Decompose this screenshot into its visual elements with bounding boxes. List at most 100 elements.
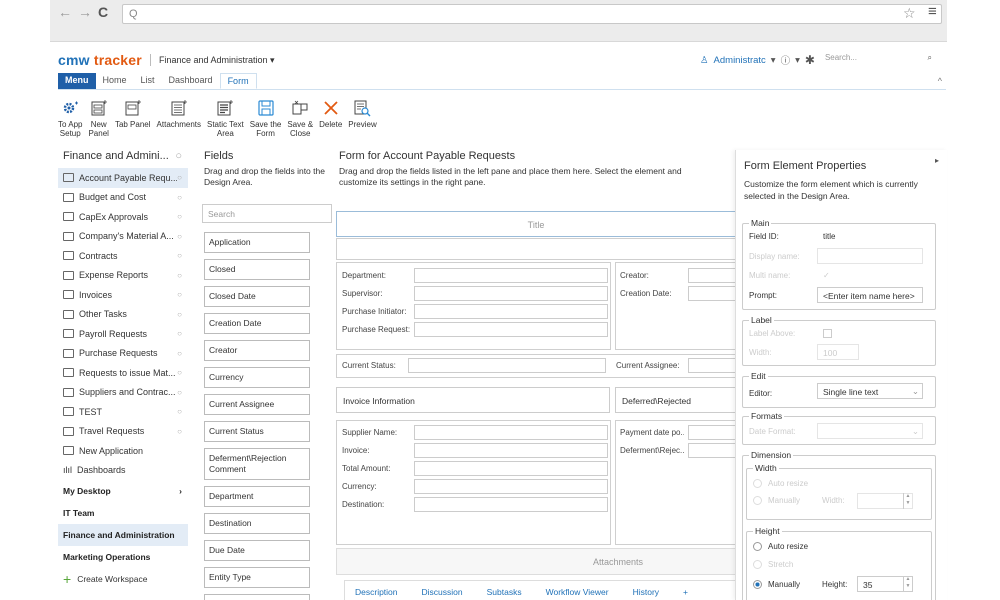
user-menu[interactable]: Administratc — [714, 55, 766, 66]
chevron-down-icon[interactable]: ▾ — [795, 55, 800, 66]
sidebar-item[interactable]: Travel Requests ○ — [58, 422, 188, 442]
tab-discussion[interactable]: Discussion — [422, 587, 463, 597]
sidebar-item[interactable]: Company's Material A... ○ — [58, 227, 188, 247]
field-item[interactable]: Currency — [204, 367, 310, 388]
preview-button[interactable]: Preview — [348, 98, 377, 144]
tab-list[interactable]: List — [134, 73, 162, 89]
field-item[interactable]: Department — [204, 486, 310, 507]
height-input[interactable]: 35 ▲ ▼ — [857, 576, 913, 592]
form-field-input[interactable] — [414, 461, 608, 476]
add-tab-button[interactable]: + — [683, 587, 688, 597]
form-field-input[interactable] — [414, 304, 608, 319]
gear-icon[interactable]: ✱ — [805, 53, 815, 67]
invoice-information-section[interactable]: Invoice Information — [336, 387, 610, 413]
section-finance-admin[interactable]: Finance and Administration — [58, 524, 188, 546]
form-field-input[interactable] — [414, 425, 608, 440]
tab-dashboard[interactable]: Dashboard — [162, 73, 220, 89]
delete-button[interactable]: Delete — [319, 98, 342, 144]
field-item[interactable]: Deferment\Rejection Comment — [204, 448, 310, 480]
sidebar-item[interactable]: TEST ○ — [58, 402, 188, 422]
field-item[interactable]: Closed Date — [204, 286, 310, 307]
section-marketing-ops[interactable]: Marketing Operations — [58, 546, 188, 568]
sidebar-item[interactable]: Suppliers and Contrac... ○ — [58, 383, 188, 403]
fields-search-input[interactable]: Search — [202, 204, 332, 223]
header-search-input[interactable]: Search... ⌕ — [820, 53, 932, 67]
form-field-input[interactable] — [414, 497, 608, 512]
height-manually-radio[interactable] — [753, 580, 762, 589]
form-field-input[interactable] — [688, 443, 736, 458]
logo[interactable]: cmw tracker — [58, 52, 142, 68]
tab-workflow-viewer[interactable]: Workflow Viewer — [546, 587, 609, 597]
field-item[interactable]: Current Assignee — [204, 394, 310, 415]
chevron-up-icon[interactable]: ^ — [938, 76, 942, 86]
tab-subtasks[interactable]: Subtasks — [487, 587, 522, 597]
form-field-input[interactable] — [414, 479, 608, 494]
stepper-icon[interactable]: ▲ ▼ — [903, 576, 912, 592]
application-icon — [63, 309, 74, 319]
chevron-down-icon[interactable]: ▾ — [771, 55, 776, 66]
attachments-button[interactable]: Attachments — [157, 98, 201, 144]
current-status-input[interactable] — [408, 358, 606, 373]
field-item[interactable]: Closed — [204, 259, 310, 280]
field-item[interactable]: Creator — [204, 340, 310, 361]
form-field-input[interactable] — [414, 443, 608, 458]
search-icon: Q — [129, 8, 138, 20]
bookmark-star-icon[interactable]: ☆ — [903, 5, 916, 22]
reload-icon[interactable]: C — [98, 4, 114, 20]
workspace-selector[interactable]: Finance and Administration ▾ — [159, 55, 275, 66]
new-application-link[interactable]: New Application — [58, 441, 188, 461]
form-field-input[interactable] — [688, 425, 736, 440]
help-icon[interactable]: ⓘ — [781, 53, 791, 67]
tab-history[interactable]: History — [633, 587, 659, 597]
url-bar[interactable]: Q — [122, 4, 942, 24]
browser-menu-icon[interactable]: ≡ — [928, 3, 937, 20]
forward-icon[interactable]: → — [78, 4, 98, 20]
sidebar-item[interactable]: Expense Reports ○ — [58, 266, 188, 286]
field-item[interactable]: Has Recurrence — [204, 594, 310, 600]
field-item[interactable]: Creation Date — [204, 313, 310, 334]
sidebar-item[interactable]: Requests to issue Mat... ○ — [58, 363, 188, 383]
section-my-desktop[interactable]: My Desktop › — [58, 480, 188, 502]
sidebar-item[interactable]: Invoices ○ — [58, 285, 188, 305]
form-field-input[interactable] — [688, 286, 736, 301]
dashboards-link[interactable]: ılıl Dashboards — [58, 461, 188, 481]
sidebar-item[interactable]: Payroll Requests ○ — [58, 324, 188, 344]
chevron-right-icon[interactable]: ▸ — [935, 156, 939, 165]
tab-home[interactable]: Home — [96, 73, 134, 89]
form-field-input[interactable] — [414, 268, 608, 283]
save-close-button[interactable]: Save & Close — [287, 98, 313, 144]
section-it-team[interactable]: IT Team — [58, 502, 188, 524]
editor-select[interactable]: Single line text ⌄ — [817, 383, 923, 399]
static-text-area-button[interactable]: Static Text Area — [207, 98, 244, 144]
sidebar-item[interactable]: Account Payable Requ... ○ — [58, 168, 188, 188]
to-app-setup-button[interactable]: To App Setup — [58, 98, 82, 144]
title-field[interactable]: Title — [336, 211, 736, 237]
new-panel-button[interactable]: New Panel — [88, 98, 109, 144]
field-item[interactable]: Current Status — [204, 421, 310, 442]
sidebar-item[interactable]: Purchase Requests ○ — [58, 344, 188, 364]
form-field-input[interactable] — [414, 322, 608, 337]
sidebar-item[interactable]: Contracts ○ — [58, 246, 188, 266]
back-icon[interactable]: ← — [58, 4, 78, 20]
form-field-input[interactable] — [414, 286, 608, 301]
sidebar-item[interactable]: Other Tasks ○ — [58, 305, 188, 325]
field-item[interactable]: Due Date — [204, 540, 310, 561]
field-item[interactable]: Application — [204, 232, 310, 253]
prompt-input[interactable]: <Enter item name here> — [817, 287, 923, 303]
title-input-area[interactable] — [336, 238, 736, 260]
height-auto-resize-radio[interactable] — [753, 542, 762, 551]
sidebar-item[interactable]: CapEx Approvals ○ — [58, 207, 188, 227]
save-form-button[interactable]: Save the Form — [250, 98, 281, 144]
form-field-input[interactable] — [688, 268, 736, 283]
current-assignee-input[interactable] — [688, 358, 736, 373]
create-workspace-button[interactable]: + Create Workspace — [58, 568, 188, 590]
field-item[interactable]: Entity Type — [204, 567, 310, 588]
sidebar-item[interactable]: Budget and Cost ○ — [58, 188, 188, 208]
field-item[interactable]: Destination — [204, 513, 310, 534]
deferred-rejected-section[interactable]: Deferred\Rejected — [615, 387, 736, 413]
workspace-title[interactable]: Finance and Admini... ○ — [58, 150, 188, 168]
tab-menu[interactable]: Menu — [58, 73, 96, 89]
tab-description[interactable]: Description — [355, 587, 398, 597]
tab-form[interactable]: Form — [219, 73, 257, 89]
tab-panel-button[interactable]: Tab Panel — [115, 98, 151, 144]
